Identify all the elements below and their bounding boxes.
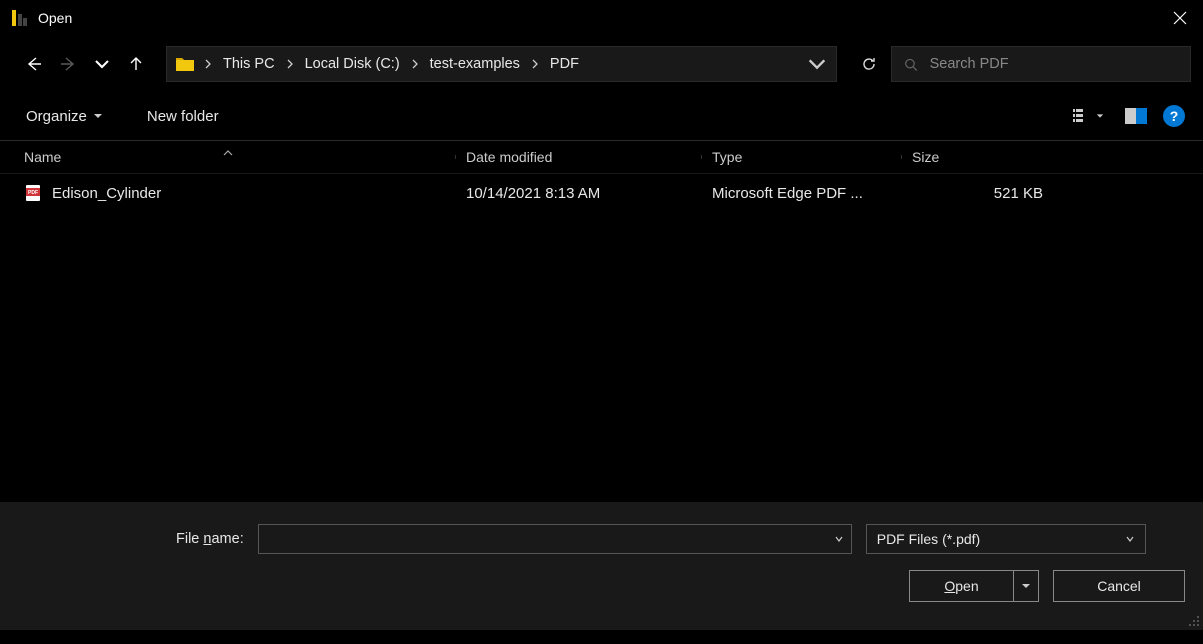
cancel-button[interactable]: Cancel	[1053, 570, 1185, 602]
filename-combobox[interactable]	[258, 524, 852, 554]
filter-selected: PDF Files (*.pdf)	[877, 531, 980, 547]
chevron-right-icon	[285, 59, 295, 69]
toolbar: Organize New folder ?	[0, 92, 1203, 140]
file-list: PDF Edison_Cylinder 10/14/2021 8:13 AM M…	[0, 174, 1203, 502]
open-dropdown[interactable]	[1014, 571, 1038, 601]
organize-button[interactable]: Organize	[18, 104, 111, 129]
close-button[interactable]	[1157, 0, 1203, 36]
title-bar: Open	[0, 0, 1203, 36]
search-input[interactable]	[930, 56, 1178, 72]
close-icon	[1173, 11, 1187, 25]
arrow-left-icon	[25, 55, 43, 73]
chevron-right-icon	[203, 59, 213, 69]
column-headers: Name Date modified Type Size	[0, 140, 1203, 174]
open-split-button: Open	[909, 570, 1039, 602]
filename-input[interactable]	[259, 525, 823, 553]
chevron-right-icon	[530, 59, 540, 69]
column-header-size[interactable]: Size	[902, 149, 1203, 165]
app-icon	[10, 9, 28, 27]
search-box[interactable]	[891, 46, 1191, 82]
sort-indicator	[223, 143, 233, 159]
breadcrumb-item[interactable]: test-examples	[424, 56, 526, 72]
chevron-down-icon	[834, 534, 844, 544]
breadcrumb-separator[interactable]	[199, 55, 217, 73]
help-button[interactable]: ?	[1163, 105, 1185, 127]
file-row[interactable]: PDF Edison_Cylinder 10/14/2021 8:13 AM M…	[0, 174, 1203, 208]
recent-locations-button[interactable]	[88, 50, 116, 78]
file-type: Microsoft Edge PDF ...	[702, 185, 902, 202]
address-bar[interactable]: This PC Local Disk (C:) test-examples PD…	[166, 46, 837, 82]
breadcrumb-separator[interactable]	[281, 55, 299, 73]
forward-button[interactable]	[54, 50, 82, 78]
back-button[interactable]	[20, 50, 48, 78]
open-button[interactable]: Open	[910, 571, 1014, 601]
bottom-panel: File name: PDF Files (*.pdf) Open Cancel	[0, 502, 1203, 630]
breadcrumb-item[interactable]: Local Disk (C:)	[299, 56, 406, 72]
chevron-down-icon	[1125, 534, 1135, 544]
caret-up-icon	[223, 150, 233, 156]
chevron-down-icon	[806, 53, 828, 75]
chevron-down-icon	[93, 55, 111, 73]
up-button[interactable]	[122, 50, 150, 78]
window-title: Open	[38, 10, 72, 26]
file-date: 10/14/2021 8:13 AM	[456, 185, 702, 202]
help-icon: ?	[1170, 108, 1179, 124]
folder-icon	[175, 55, 195, 73]
caret-down-icon	[1021, 581, 1031, 591]
column-header-date[interactable]: Date modified	[456, 149, 702, 165]
search-icon	[904, 57, 918, 72]
refresh-icon	[861, 56, 877, 72]
svg-text:PDF: PDF	[28, 190, 38, 196]
file-name: Edison_Cylinder	[52, 185, 161, 202]
new-folder-button[interactable]: New folder	[139, 104, 227, 129]
file-size: 521 KB	[902, 185, 1203, 202]
caret-down-icon	[1096, 112, 1104, 120]
column-header-name[interactable]: Name	[0, 149, 456, 165]
view-options-button[interactable]	[1071, 102, 1105, 130]
breadcrumb-separator[interactable]	[526, 55, 544, 73]
details-view-icon	[1072, 107, 1092, 125]
resize-grip[interactable]	[1188, 615, 1200, 627]
new-folder-label: New folder	[147, 108, 219, 125]
breadcrumb-item[interactable]: This PC	[217, 56, 281, 72]
arrow-right-icon	[59, 55, 77, 73]
filename-dropdown[interactable]	[827, 525, 851, 553]
breadcrumb-item[interactable]: PDF	[544, 56, 585, 72]
arrow-up-icon	[127, 55, 145, 73]
breadcrumb-separator[interactable]	[406, 55, 424, 73]
pdf-file-icon: PDF	[24, 184, 42, 202]
chevron-right-icon	[410, 59, 420, 69]
column-header-type[interactable]: Type	[702, 149, 902, 165]
preview-pane-icon	[1125, 108, 1147, 124]
organize-label: Organize	[26, 108, 87, 125]
navigation-bar: This PC Local Disk (C:) test-examples PD…	[0, 36, 1203, 92]
refresh-button[interactable]	[853, 46, 885, 82]
caret-down-icon	[93, 111, 103, 121]
preview-pane-button[interactable]	[1119, 102, 1153, 130]
filename-label: File name:	[176, 531, 244, 547]
file-type-filter[interactable]: PDF Files (*.pdf)	[866, 524, 1146, 554]
address-dropdown[interactable]	[806, 53, 828, 75]
